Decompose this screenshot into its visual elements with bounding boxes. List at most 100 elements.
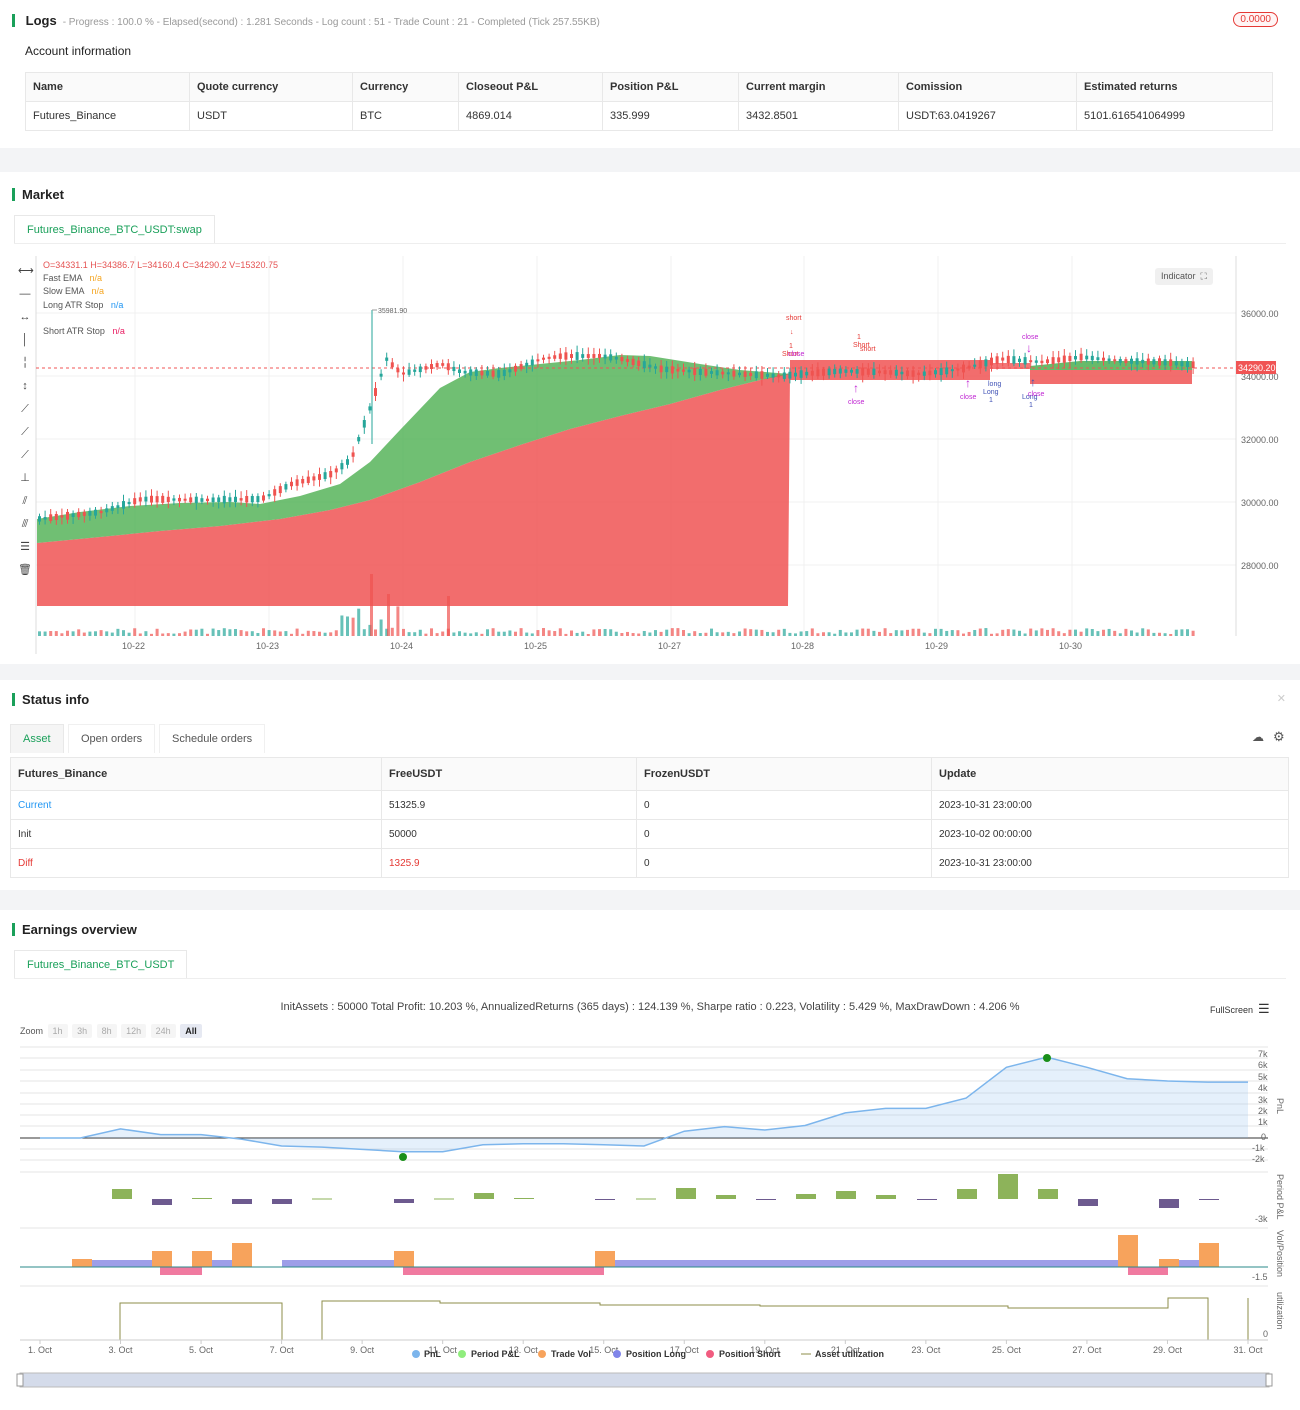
candle-body xyxy=(329,471,333,478)
table-row: Current 51325.9 0 2023-10-31 23:00:00 xyxy=(10,790,1289,820)
trade-vol-bar xyxy=(595,1251,615,1267)
volume-bar xyxy=(413,632,417,636)
volume-bar xyxy=(217,630,221,636)
volume-bar xyxy=(659,631,663,636)
candle-body xyxy=(855,369,859,374)
candle-body xyxy=(452,366,456,372)
candle-body xyxy=(760,371,764,379)
pnl-tick: 3k xyxy=(1258,1095,1268,1105)
candle-body xyxy=(928,370,932,376)
candle-body xyxy=(155,496,159,503)
candle-body xyxy=(267,494,271,497)
tab-open-orders[interactable]: Open orders xyxy=(68,724,156,753)
volume-bar xyxy=(654,630,657,636)
candle-body xyxy=(710,371,713,374)
candle-body xyxy=(525,362,529,367)
status-title: Status info xyxy=(12,692,89,707)
volume-bar xyxy=(855,629,859,636)
volume-bar xyxy=(357,608,361,636)
price-tick: 28000.00 xyxy=(1241,561,1279,571)
volume-bar xyxy=(631,633,635,636)
volume-bar xyxy=(351,617,355,636)
volume-bar xyxy=(648,632,652,636)
candle-body xyxy=(861,367,865,376)
cloud-icon[interactable]: ☁ xyxy=(1252,730,1264,744)
status-section: Status info ✕ Asset Open orders Schedule… xyxy=(0,680,1300,890)
candle-body xyxy=(1107,358,1111,361)
candle-body xyxy=(648,364,652,368)
candle-body xyxy=(172,498,176,501)
pnl-tick: -2k xyxy=(1252,1154,1265,1164)
tab-asset[interactable]: Asset xyxy=(10,724,64,753)
volume-bar xyxy=(407,632,411,636)
period-bar xyxy=(796,1194,816,1199)
volume-bar xyxy=(1090,629,1094,636)
candle-body xyxy=(581,354,585,358)
candle-body xyxy=(732,370,736,377)
volume-bar xyxy=(1118,633,1122,636)
volume-bar xyxy=(396,606,400,636)
volume-bar xyxy=(922,632,926,636)
volume-bar xyxy=(704,632,708,636)
volume-bar xyxy=(82,632,86,636)
volume-bar xyxy=(1141,628,1145,636)
volume-bar xyxy=(88,631,92,636)
volume-bar xyxy=(547,630,551,636)
volume-bar xyxy=(861,628,865,636)
volume-bar xyxy=(838,629,842,636)
volume-bar xyxy=(928,633,932,636)
marker-qty-4: 1 xyxy=(1029,402,1033,409)
candle-body xyxy=(206,498,209,502)
tab-market-symbol[interactable]: Futures_Binance_BTC_USDT:swap xyxy=(14,215,215,244)
volume-bar xyxy=(1046,629,1049,636)
volume-bar xyxy=(71,631,75,636)
col-exchange: Futures_Binance xyxy=(10,757,382,791)
axis-title-util: utilization xyxy=(1275,1292,1285,1330)
marker-arrow: ↓ xyxy=(790,329,794,336)
candle-body xyxy=(1046,359,1049,364)
candle-body xyxy=(934,370,937,375)
volume-bar xyxy=(1006,629,1010,636)
cell: 5101.616541064999 xyxy=(1076,101,1273,131)
candle-body xyxy=(491,370,495,377)
volume-bar xyxy=(189,629,193,636)
volume-bar xyxy=(256,632,260,636)
candle-body xyxy=(474,369,478,377)
candle-body xyxy=(239,498,243,501)
candle-body xyxy=(872,368,876,375)
date-tick: 10-22 xyxy=(122,641,145,651)
volume-bar xyxy=(1051,628,1055,636)
period-bar xyxy=(514,1198,534,1199)
position-short-bar xyxy=(160,1267,202,1275)
candle-body xyxy=(127,501,131,505)
legend-vol: Trade Vol xyxy=(551,1349,591,1359)
candle-body xyxy=(105,508,109,513)
col-position: Position P&L xyxy=(602,72,739,102)
collapse-icon[interactable]: ✕ xyxy=(1277,692,1286,705)
x-tick: 25. Oct xyxy=(992,1345,1022,1355)
volume-bar xyxy=(519,628,523,636)
volume-bar xyxy=(211,628,215,636)
volume-bar xyxy=(995,633,999,636)
candle-body xyxy=(844,369,848,373)
pnl-min-marker xyxy=(399,1153,407,1161)
volume-bar xyxy=(346,616,349,636)
cell: 2023-10-02 00:00:00 xyxy=(931,819,1289,849)
volume-bar xyxy=(558,628,562,636)
tab-schedule-orders[interactable]: Schedule orders xyxy=(159,724,266,753)
volume-bar xyxy=(598,629,601,636)
volume-bar xyxy=(122,630,125,636)
candle-body xyxy=(71,513,75,517)
position-short-bar xyxy=(403,1267,604,1275)
volume-bar xyxy=(889,633,893,636)
settings-icon[interactable]: ⚙ xyxy=(1273,729,1285,745)
candle-body xyxy=(82,511,86,516)
candle-body xyxy=(995,356,999,364)
volume-bar xyxy=(334,630,338,636)
volume-bar xyxy=(536,630,540,636)
pnl-max-marker xyxy=(1043,1054,1051,1062)
candle-body xyxy=(133,498,137,505)
candle-body xyxy=(144,496,148,502)
market-section: Market Futures_Binance_BTC_USDT:swap ⟷ —… xyxy=(0,172,1300,664)
candle-body xyxy=(60,515,64,518)
